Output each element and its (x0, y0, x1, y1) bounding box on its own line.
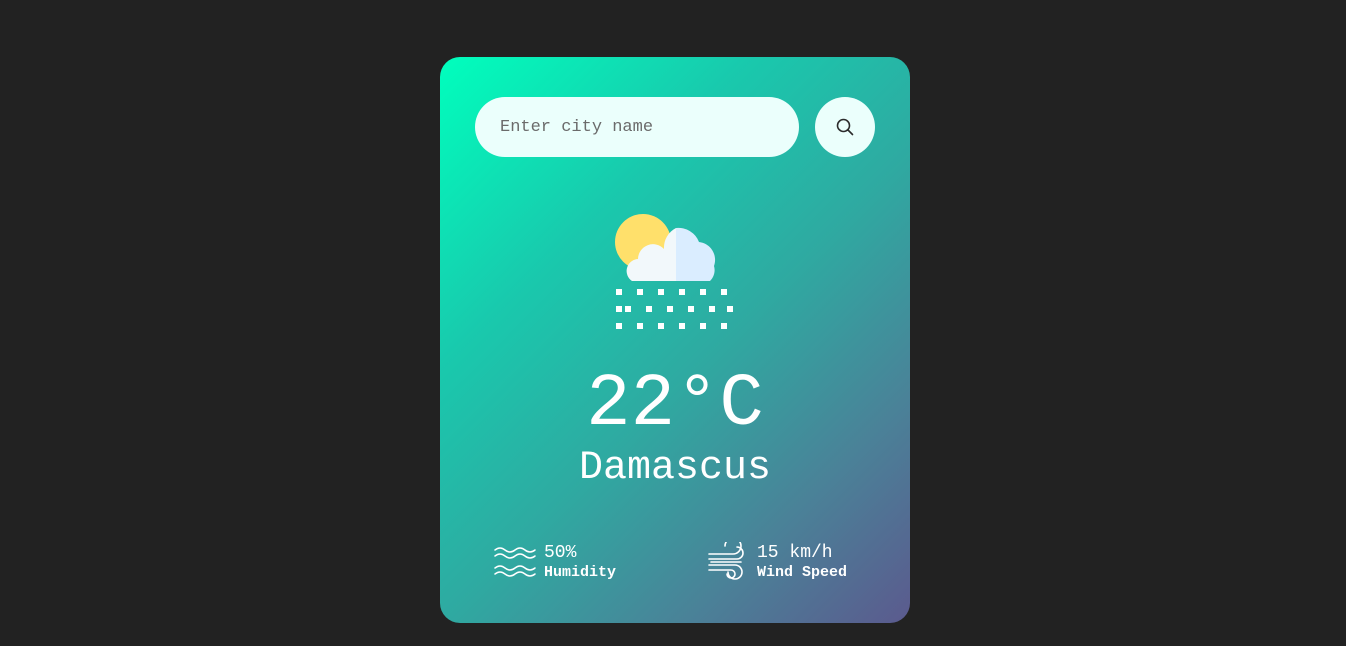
humidity-waves-icon (494, 547, 536, 577)
humidity-detail: 50% Humidity (494, 539, 616, 585)
humidity-value: 50% (544, 543, 577, 563)
city-name: Damascus (578, 446, 772, 491)
temperature: 22°C (586, 363, 764, 447)
search-bar (475, 97, 875, 157)
wind-icon (708, 542, 744, 580)
wind-label: Wind Speed (757, 564, 848, 581)
wind-value: 15 km/h (757, 543, 833, 563)
city-search-input[interactable] (475, 97, 799, 157)
weather-card: 22°C Damascus 50% Humidity (440, 57, 910, 623)
wind-detail: 15 km/h Wind Speed (707, 539, 847, 585)
search-button[interactable] (815, 97, 875, 157)
sun-cloud-snow-icon (615, 214, 733, 329)
humidity-label: Humidity (544, 564, 617, 581)
search-icon (836, 118, 854, 136)
